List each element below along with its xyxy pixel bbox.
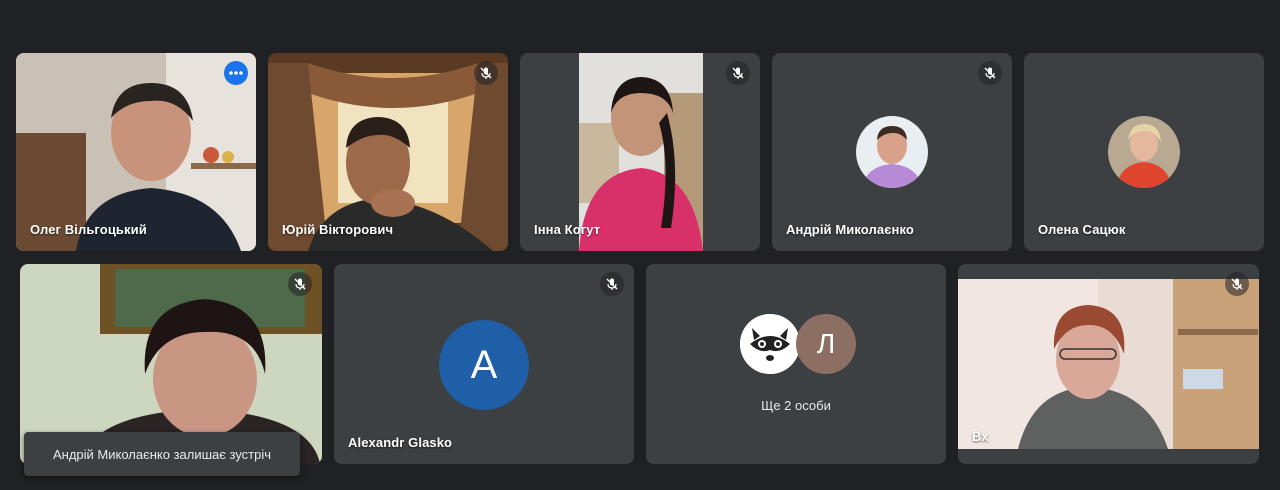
mic-off-indicator	[600, 272, 624, 296]
toast-text: Андрій Миколаєнко залишає зустріч	[52, 446, 272, 462]
participant-avatar	[1108, 116, 1180, 188]
participant-avatar: A	[439, 320, 529, 410]
more-options-icon	[229, 71, 243, 75]
participant-name: Юрій Вікторович	[282, 222, 394, 237]
participant-name: Інна Когут	[534, 222, 601, 237]
participant-name: Вх	[972, 429, 989, 444]
mic-off-indicator	[288, 272, 312, 296]
participant-tile-yurii[interactable]: Юрій Вікторович	[268, 53, 508, 251]
participant-tile-oleh[interactable]: Олег Вільгоцький	[16, 53, 256, 251]
participant-avatar-l: Л	[796, 314, 856, 374]
mic-off-indicator	[1225, 272, 1249, 296]
more-options-button[interactable]	[224, 61, 248, 85]
raccoon-avatar	[740, 314, 800, 374]
raccoon-icon	[740, 314, 800, 374]
avatar-letter: A	[470, 342, 498, 387]
participant-name: Alexandr Glasko	[348, 435, 453, 450]
mic-off-indicator	[726, 61, 750, 85]
participant-tile-alexandr[interactable]: A Alexandr Glasko	[334, 264, 634, 464]
participant-tile-olena[interactable]: Олена Сацюк	[1024, 53, 1264, 251]
mic-off-icon	[984, 67, 996, 79]
mic-off-icon	[732, 67, 744, 79]
more-participants-label: Ще 2 особи	[761, 398, 831, 413]
participant-name: Олена Сацюк	[1038, 222, 1126, 237]
participant-video	[958, 279, 1259, 449]
mic-off-icon	[294, 278, 306, 290]
leave-notification-toast: Андрій Миколаєнко залишає зустріч	[24, 432, 300, 476]
more-participants-tile[interactable]: Л Ще 2 особи	[646, 264, 946, 464]
avatar-letter: Л	[816, 328, 836, 359]
participant-name: Андрій Миколаєнко	[786, 222, 914, 237]
mic-off-indicator	[474, 61, 498, 85]
participant-avatar	[856, 116, 928, 188]
mic-off-icon	[480, 67, 492, 79]
participant-tile-vkh[interactable]: Вх	[958, 264, 1259, 464]
participant-tile-andrii[interactable]: Андрій Миколаєнко	[772, 53, 1012, 251]
participant-name: Олег Вільгоцький	[30, 222, 147, 237]
mic-off-icon	[1231, 278, 1243, 290]
participant-tile-inna[interactable]: Інна Когут	[520, 53, 760, 251]
mic-off-indicator	[978, 61, 1002, 85]
mic-off-icon	[606, 278, 618, 290]
